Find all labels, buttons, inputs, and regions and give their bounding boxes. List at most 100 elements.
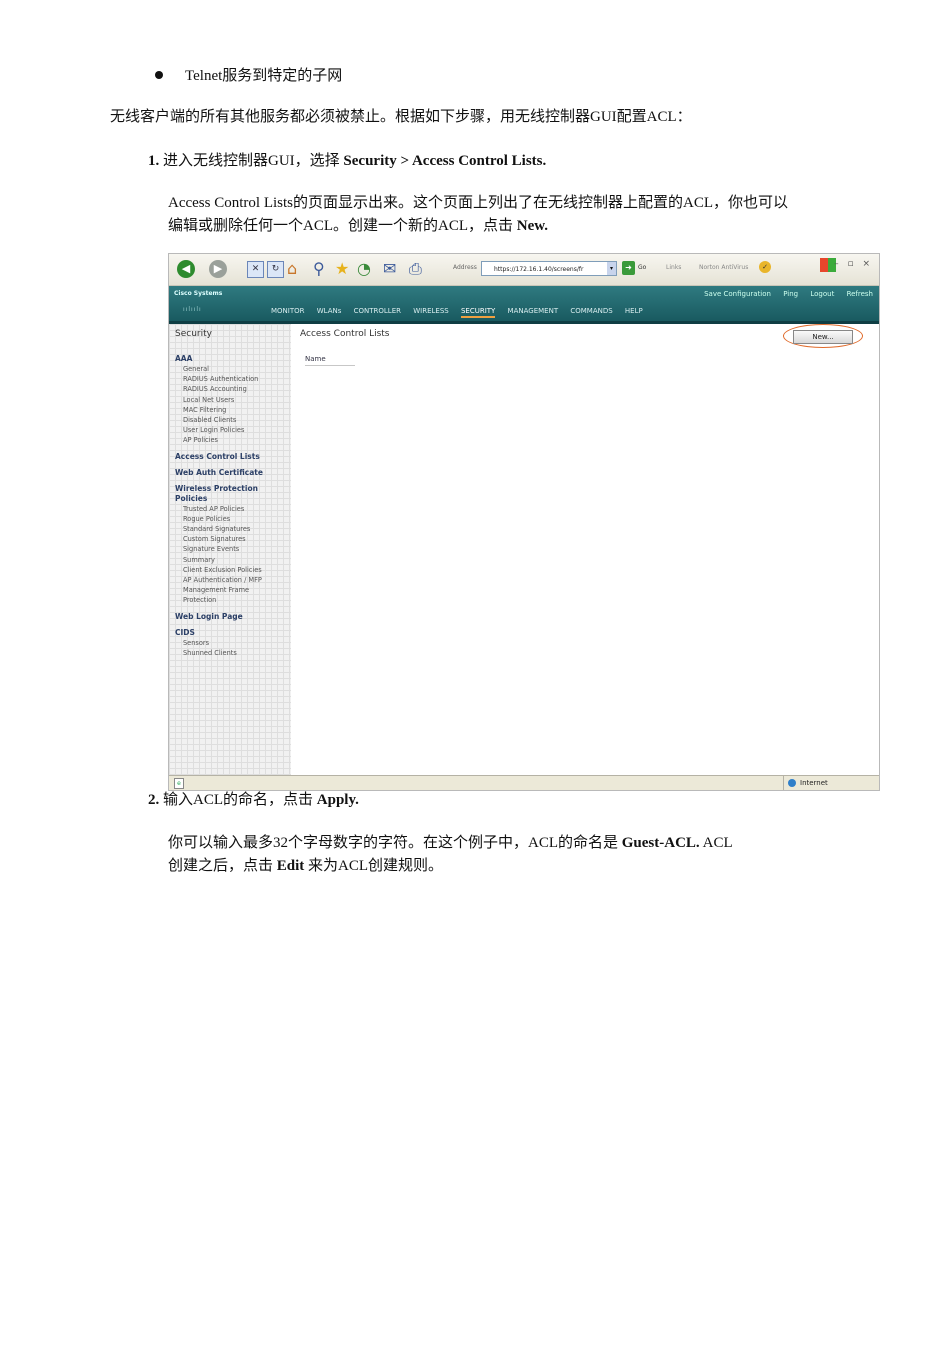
step-2-body-line-2: 创建之后，点击 Edit 来为ACL创建规则。 (168, 855, 858, 878)
sidebar-item-web-auth-certificate[interactable]: Web Auth Certificate (175, 468, 291, 478)
sidebar-item-trusted-ap-policies[interactable]: Trusted AP Policies (175, 504, 291, 514)
home-icon[interactable]: ⌂ (287, 259, 297, 279)
menu-management[interactable]: MANAGEMENT (508, 307, 559, 315)
bullet-text: Telnet服务到特定的子网 (185, 68, 343, 84)
security-sidebar: Security AAA General RADIUS Authenticati… (169, 324, 292, 775)
sidebar-item-radius-authentication[interactable]: RADIUS Authentication (175, 374, 291, 384)
sidebar-item-custom-signatures[interactable]: Custom Signatures (175, 534, 291, 544)
sidebar-item-standard-signatures[interactable]: Standard Signatures (175, 524, 291, 534)
sidebar-item-user-login-policies[interactable]: User Login Policies (175, 425, 291, 435)
main-menu: MONITOR WLANs CONTROLLER WIRELESS SECURI… (271, 307, 653, 318)
intro-paragraph: 无线客户端的所有其他服务都必须被禁止。根据如下步骤，用无线控制器GUI配置ACL… (110, 109, 692, 125)
sidebar-list: AAA General RADIUS Authentication RADIUS… (175, 352, 291, 658)
globe-icon (788, 779, 796, 787)
norton-label[interactable]: Norton AntiVirus (699, 264, 748, 271)
sidebar-item-mac-filtering[interactable]: MAC Filtering (175, 405, 291, 415)
sidebar-item-access-control-lists[interactable]: Access Control Lists (175, 452, 291, 462)
sidebar-item-web-login-page[interactable]: Web Login Page (175, 612, 291, 622)
sidebar-item-wireless-protection-policies[interactable]: Wireless Protection Policies (175, 484, 265, 504)
favorites-icon[interactable]: ★ (335, 259, 349, 279)
address-label: Address (453, 264, 477, 271)
links-label[interactable]: Links (666, 264, 681, 271)
browser-toolbar: ◀ ▶ ✕ ↻ ⌂ ⚲ ★ ◔ ✉ ⎙ Address https://172.… (169, 254, 879, 286)
menu-monitor[interactable]: MONITOR (271, 307, 305, 315)
sidebar-item-management-frame-protection[interactable]: Management Frame Protection (175, 585, 263, 605)
step-1-body-line-2: 编辑或删除任何一个ACL。创建一个新的ACL，点击 New. (168, 215, 898, 238)
step-2-body-line-2-after: 来为ACL创建规则。 (304, 858, 444, 874)
sidebar-item-disabled-clients[interactable]: Disabled Clients (175, 415, 291, 425)
step-2-body-line-1-text: 你可以输入最多32个字母数字的字符。在这个例子中，ACL的命名是 (168, 835, 622, 851)
stop-icon[interactable]: ✕ (247, 261, 264, 278)
zone-label: Internet (800, 779, 828, 787)
status-bar: e Internet (169, 775, 879, 790)
sidebar-title: Security (175, 329, 212, 339)
utility-links: Save Configuration Ping Logout Refresh (694, 290, 873, 298)
window-controls-icon[interactable]: – ▫ × (834, 259, 873, 269)
sidebar-item-shunned-clients[interactable]: Shunned Clients (175, 648, 291, 658)
back-icon[interactable]: ◀ (177, 260, 195, 278)
norton-icon[interactable]: ✓ (759, 261, 771, 273)
step-1-body-line-1: Access Control Lists的页面显示出来。这个页面上列出了在无线控… (168, 195, 788, 211)
security-zone: Internet (783, 776, 879, 790)
step-2-text: 输入ACL的命名，点击 (163, 792, 317, 808)
bullet-dot-icon (155, 70, 163, 79)
sidebar-item-signature-events-summary[interactable]: Signature Events Summary (175, 544, 245, 564)
menu-wlans[interactable]: WLANs (317, 307, 342, 315)
sidebar-item-cids[interactable]: CIDS (175, 628, 291, 638)
column-header-name: Name (305, 355, 355, 366)
step-1-text: 进入无线控制器GUI，选择 (163, 153, 344, 169)
save-configuration-link[interactable]: Save Configuration (704, 290, 771, 298)
step-2-bold: Apply. (316, 792, 359, 808)
sidebar-item-general[interactable]: General (175, 364, 291, 374)
sidebar-item-radius-accounting[interactable]: RADIUS Accounting (175, 384, 291, 394)
page-title: Access Control Lists (300, 329, 390, 339)
sidebar-item-ap-authentication-mfp[interactable]: AP Authentication / MFP (175, 575, 291, 585)
address-input[interactable]: https://172.16.1.40/screens/fr (481, 261, 617, 276)
forward-icon[interactable]: ▶ (209, 260, 227, 278)
step-1-body-line-2-bold: New. (516, 218, 549, 234)
print-icon[interactable]: ⎙ (409, 259, 422, 279)
step-1-body: Access Control Lists的页面显示出来。这个页面上列出了在无线控… (168, 192, 898, 238)
step-1-number: 1. (148, 153, 160, 169)
step-1-body-line-2-text: 编辑或删除任何一个ACL。创建一个新的ACL，点击 (168, 218, 517, 234)
sidebar-item-ap-policies[interactable]: AP Policies (175, 435, 291, 445)
sidebar-item-client-exclusion-policies[interactable]: Client Exclusion Policies (175, 565, 291, 575)
search-icon[interactable]: ⚲ (313, 259, 325, 279)
address-dropdown-icon[interactable]: ▾ (607, 262, 616, 275)
step-2-body-line-1-bold: Guest-ACL. (621, 835, 700, 851)
ping-link[interactable]: Ping (783, 290, 798, 298)
menu-commands[interactable]: COMMANDS (570, 307, 612, 315)
cisco-bars-icon: ıılıılı (183, 306, 202, 313)
menu-controller[interactable]: CONTROLLER (354, 307, 401, 315)
sidebar-item-sensors[interactable]: Sensors (175, 638, 291, 648)
step-2-body: 你可以输入最多32个字母数字的字符。在这个例子中，ACL的命名是 Guest-A… (168, 832, 858, 878)
cisco-header: Cisco Systems ıılıılı Save Configuration… (169, 286, 879, 324)
logout-link[interactable]: Logout (810, 290, 834, 298)
main-panel: Access Control Lists New... Name (291, 324, 879, 775)
page-status-icon: e (174, 778, 184, 789)
menu-help[interactable]: HELP (625, 307, 643, 315)
step-2-body-line-1: 你可以输入最多32个字母数字的字符。在这个例子中，ACL的命名是 Guest-A… (168, 832, 858, 855)
step-2-body-line-2-bold: Edit (276, 858, 305, 874)
step-2-heading: 2. 输入ACL的命名，点击 Apply. (148, 789, 359, 812)
menu-wireless[interactable]: WIRELESS (413, 307, 448, 315)
sidebar-item-rogue-policies[interactable]: Rogue Policies (175, 514, 291, 524)
mail-icon[interactable]: ✉ (383, 259, 396, 279)
step-2-body-line-1-after: ACL (699, 835, 733, 851)
step-1-heading: 1. 进入无线控制器GUI，选择 Security > Access Contr… (148, 150, 546, 173)
new-button[interactable]: New... (793, 330, 853, 344)
embedded-screenshot: ◀ ▶ ✕ ↻ ⌂ ⚲ ★ ◔ ✉ ⎙ Address https://172.… (168, 253, 880, 791)
go-button[interactable]: Go (638, 264, 646, 271)
menu-security[interactable]: SECURITY (460, 307, 496, 318)
page-content: Security AAA General RADIUS Authenticati… (169, 324, 879, 775)
cisco-logo: Cisco Systems (174, 290, 223, 297)
sidebar-item-aaa[interactable]: AAA (175, 354, 291, 364)
refresh-link[interactable]: Refresh (847, 290, 873, 298)
step-1-bold: Security > Access Control Lists. (343, 153, 547, 169)
refresh-icon[interactable]: ↻ (267, 261, 284, 278)
go-arrow-icon[interactable]: ➜ (622, 261, 635, 275)
history-icon[interactable]: ◔ (357, 259, 371, 279)
step-2-number: 2. (148, 792, 160, 808)
bullet-item: Telnet服务到特定的子网 (155, 64, 342, 85)
sidebar-item-local-net-users[interactable]: Local Net Users (175, 395, 291, 405)
